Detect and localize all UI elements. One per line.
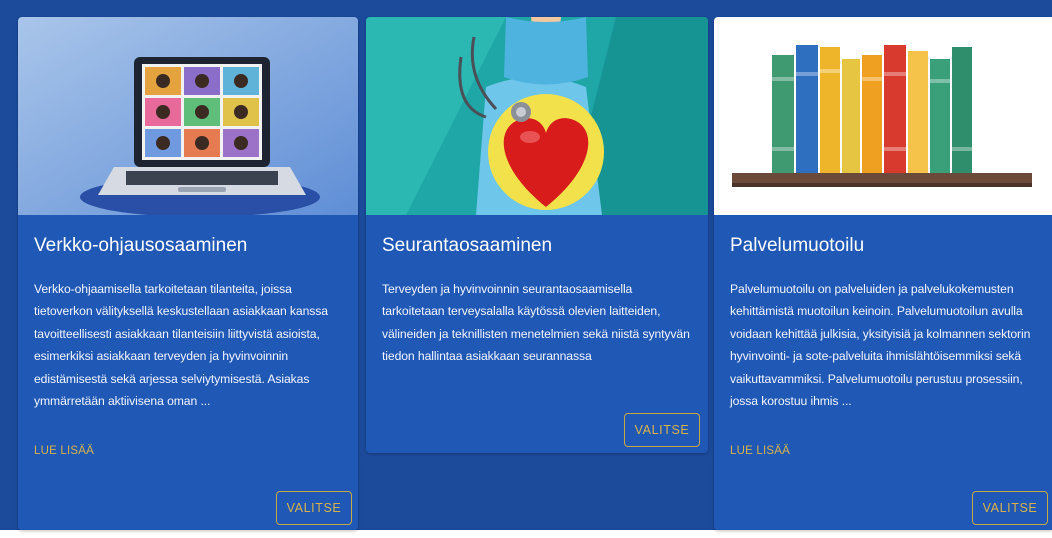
- course-card-seurantaosaaminen[interactable]: Seurantaosaaminen Terveyden ja hyvinvoin…: [366, 17, 708, 453]
- card-title: Seurantaosaaminen: [382, 235, 553, 256]
- card-description: Palvelumuotoilu on palveluiden ja palvel…: [730, 282, 1031, 409]
- select-button[interactable]: VALITSE: [624, 413, 700, 447]
- select-button[interactable]: VALITSE: [276, 491, 352, 525]
- doctor-heart-stethoscope-image: [366, 17, 708, 215]
- card-title: Verkko-ohjausosaaminen: [34, 235, 248, 256]
- page-bottom-strip: [0, 530, 1052, 538]
- card-description: Terveyden ja hyvinvoinnin seurantaosaami…: [382, 282, 690, 364]
- card-description: Verkko-ohjaamisella tarkoitetaan tilante…: [34, 282, 328, 409]
- course-card-palvelumuotoilu[interactable]: Palvelumuotoilu Palvelumuotoilu on palve…: [714, 17, 1052, 530]
- course-card-verkko-ohjausosaaminen[interactable]: Verkko-ohjausosaaminen Verkko-ohjaamisel…: [18, 17, 358, 530]
- select-button[interactable]: VALITSE: [972, 491, 1048, 525]
- card-title: Palvelumuotoilu: [730, 235, 865, 256]
- books-on-shelf-image: [714, 17, 1052, 215]
- read-more-link[interactable]: LUE LISÄÄ: [730, 445, 790, 457]
- read-more-link[interactable]: LUE LISÄÄ: [34, 445, 94, 457]
- video-call-laptop-image: [18, 17, 358, 215]
